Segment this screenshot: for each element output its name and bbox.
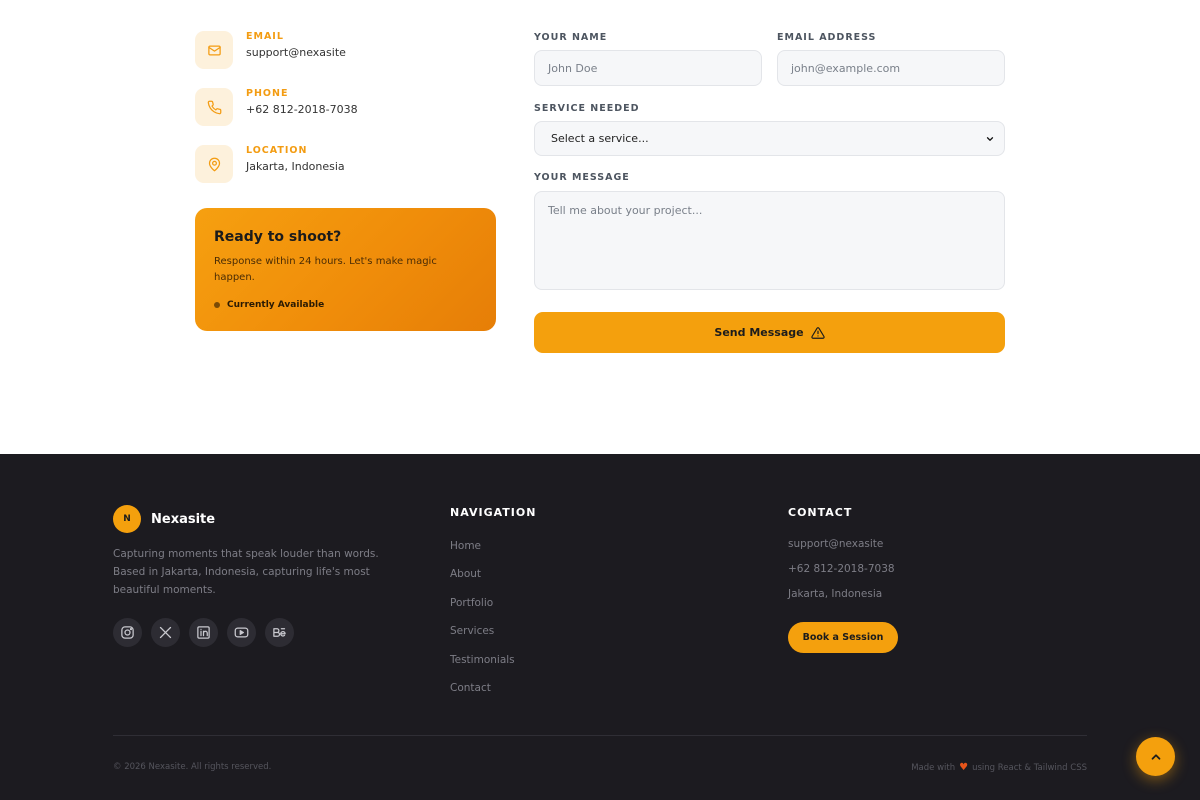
location-value: Jakarta, Indonesia bbox=[246, 160, 345, 173]
footer-location: Jakarta, Indonesia bbox=[788, 588, 883, 600]
social-links bbox=[113, 618, 303, 647]
footer-nav-contact[interactable]: Contact bbox=[450, 681, 515, 709]
ready-card-title: Ready to shoot? bbox=[214, 229, 342, 245]
footer-nav-home[interactable]: Home bbox=[450, 539, 515, 567]
scroll-to-top-button[interactable] bbox=[1136, 737, 1175, 776]
email-placeholder: john@example.com bbox=[791, 61, 901, 75]
contact-section: EMAIL support@nexasite PHONE +62 812-201… bbox=[0, 0, 1200, 454]
copyright-text: © 2026 Nexasite. All rights reserved. bbox=[113, 762, 272, 772]
x-icon[interactable] bbox=[151, 618, 180, 647]
service-selected-value: Select a service... bbox=[551, 132, 649, 145]
footer-navigation: Home About Portfolio Services Testimonia… bbox=[450, 539, 515, 709]
availability-text: Currently Available bbox=[227, 300, 325, 310]
email-value[interactable]: support@nexasite bbox=[246, 46, 346, 59]
brand-logo: N bbox=[113, 505, 141, 533]
send-message-label: Send Message bbox=[714, 326, 804, 339]
name-placeholder: John Doe bbox=[548, 61, 598, 75]
mail-icon bbox=[195, 31, 233, 69]
service-label: SERVICE NEEDED bbox=[534, 103, 640, 114]
footer-nav-about[interactable]: About bbox=[450, 567, 515, 595]
send-message-button[interactable]: Send Message bbox=[534, 312, 1005, 353]
footer: N Nexasite Capturing moments that speak … bbox=[0, 454, 1200, 800]
made-with-suffix: using React & Tailwind CSS bbox=[972, 762, 1087, 773]
footer-email[interactable]: support@nexasite bbox=[788, 537, 895, 562]
phone-label: PHONE bbox=[246, 88, 289, 99]
chevron-down-icon bbox=[986, 136, 994, 141]
service-select[interactable]: Select a service... bbox=[534, 121, 1005, 156]
brand-name: Nexasite bbox=[151, 511, 216, 527]
email-input[interactable]: john@example.com bbox=[777, 50, 1005, 86]
made-with-prefix: Made with bbox=[911, 762, 956, 773]
location-label: LOCATION bbox=[246, 145, 308, 156]
availability-status: Currently Available bbox=[214, 300, 324, 310]
footer-nav-portfolio[interactable]: Portfolio bbox=[450, 596, 515, 624]
contact-phone-item: PHONE +62 812-2018-7038 bbox=[195, 88, 495, 128]
youtube-icon[interactable] bbox=[227, 618, 256, 647]
phone-value[interactable]: +62 812-2018-7038 bbox=[246, 103, 358, 116]
footer-brand[interactable]: N Nexasite bbox=[113, 505, 215, 533]
linkedin-icon[interactable] bbox=[189, 618, 218, 647]
behance-icon[interactable] bbox=[265, 618, 294, 647]
warning-icon bbox=[810, 326, 825, 339]
chevron-up-icon bbox=[1151, 753, 1160, 760]
brand-description: Capturing moments that speak louder than… bbox=[113, 548, 379, 596]
message-placeholder: Tell me about your project... bbox=[548, 204, 703, 217]
book-session-button[interactable]: Book a Session bbox=[788, 622, 898, 653]
map-pin-icon bbox=[195, 145, 233, 183]
name-input[interactable]: John Doe bbox=[534, 50, 762, 86]
footer-divider bbox=[113, 735, 1087, 736]
message-textarea[interactable]: Tell me about your project... bbox=[534, 191, 1005, 290]
instagram-icon[interactable] bbox=[113, 618, 142, 647]
footer-phone[interactable]: +62 812-2018-7038 bbox=[788, 562, 895, 587]
email-label: EMAIL bbox=[246, 31, 284, 42]
heart-icon: ♥ bbox=[959, 762, 969, 773]
footer-nav-services[interactable]: Services bbox=[450, 624, 515, 652]
message-label: YOUR MESSAGE bbox=[534, 172, 630, 183]
made-with-text: Made with ♥ using React & Tailwind CSS bbox=[911, 762, 1087, 773]
ready-card: Ready to shoot? Response within 24 hours… bbox=[195, 208, 496, 331]
status-dot-icon bbox=[214, 302, 220, 308]
navigation-title: NAVIGATION bbox=[450, 506, 537, 519]
contact-email-item: EMAIL support@nexasite bbox=[195, 31, 495, 71]
name-label: YOUR NAME bbox=[534, 32, 608, 43]
phone-icon bbox=[195, 88, 233, 126]
footer-nav-testimonials[interactable]: Testimonials bbox=[450, 653, 515, 681]
contact-title: CONTACT bbox=[788, 506, 853, 519]
email-address-label: EMAIL ADDRESS bbox=[777, 32, 877, 43]
ready-card-text: Response within 24 hours. Let's make mag… bbox=[214, 256, 437, 283]
contact-location-item: LOCATION Jakarta, Indonesia bbox=[195, 145, 495, 185]
footer-contact-list: support@nexasite +62 812-2018-7038 Jakar… bbox=[788, 537, 895, 612]
